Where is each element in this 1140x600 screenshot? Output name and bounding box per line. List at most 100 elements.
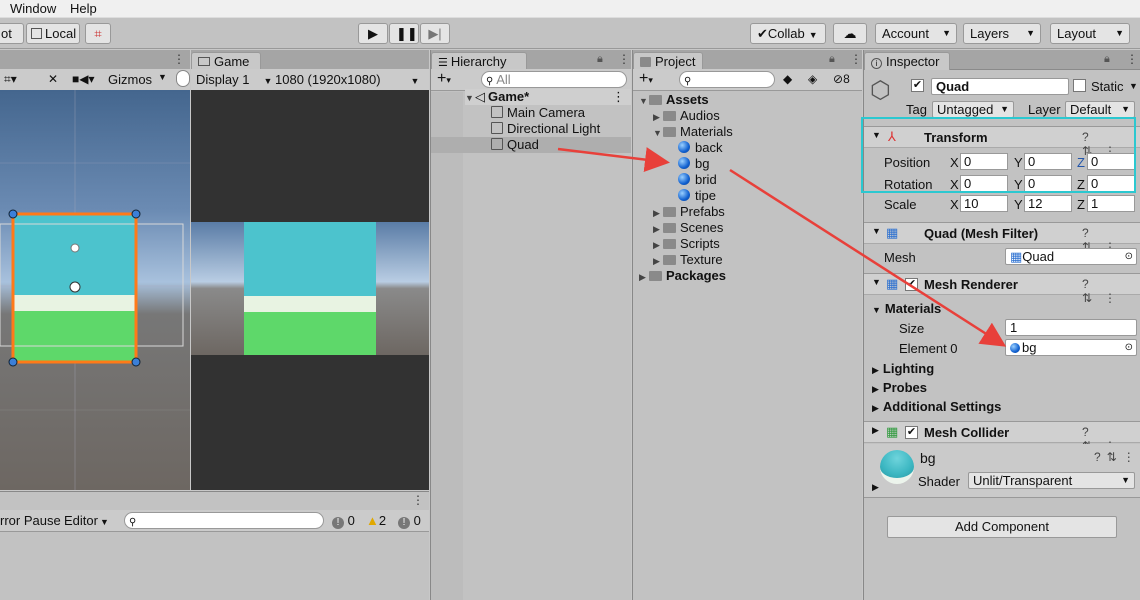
mesh-field[interactable]: ▦Quad ⊙	[1005, 248, 1137, 265]
static-dropdown-icon[interactable]: ▼	[1129, 81, 1138, 91]
error-count-toggle[interactable]: ! 0	[398, 513, 421, 529]
tree-row-brid[interactable]: brid	[678, 172, 717, 188]
tab-game[interactable]: Game	[191, 52, 261, 70]
account-dropdown[interactable]: Account ▼	[875, 23, 957, 44]
collapse-icon[interactable]: ▶	[653, 205, 663, 221]
scene-menu-icon[interactable]: ⋮	[612, 89, 625, 105]
gizmos-dropdown-icon[interactable]: ▼	[158, 72, 167, 82]
layer-dropdown[interactable]: Default ▼	[1065, 101, 1135, 118]
tree-row-main-camera[interactable]: Main Camera	[491, 105, 585, 121]
active-checkbox[interactable]: ✔	[911, 79, 924, 92]
tree-row-quad[interactable]: Quad	[431, 137, 631, 153]
editor-dropdown[interactable]: Editor ▼	[64, 513, 109, 528]
layers-dropdown[interactable]: Layers ▼	[963, 23, 1041, 44]
collapse-icon[interactable]: ▶	[639, 269, 649, 285]
pause-button[interactable]: ❚❚	[389, 23, 419, 44]
tree-row-scene[interactable]: ▼◁ Game* ⋮	[465, 89, 631, 105]
tree-row-scripts[interactable]: ▶ Scripts	[653, 236, 720, 252]
tab-inspector[interactable]: i Inspector	[864, 52, 950, 70]
tree-row-prefabs[interactable]: ▶ Prefabs	[653, 204, 725, 220]
menu-help[interactable]: Help	[70, 1, 97, 16]
scale-x-field[interactable]: 10	[960, 195, 1008, 212]
mesh-collider-header[interactable]: ▶ ▦ ✔ Mesh Collider ?⇅⋮	[864, 421, 1140, 453]
transform-header[interactable]: ▼ ⅄ Transform ?⇅⋮	[864, 126, 1140, 158]
expand-icon[interactable]: ▼	[653, 125, 663, 141]
shader-dropdown[interactable]: Unlit/Transparent ▼	[968, 472, 1135, 489]
snap-icon[interactable]: ⌗	[85, 23, 111, 44]
tree-row-scenes[interactable]: ▶ Scenes	[653, 220, 723, 236]
filter-type-icon[interactable]: ◆	[783, 72, 792, 86]
tree-row-materials[interactable]: ▼ Materials	[653, 124, 733, 140]
step-button[interactable]: ▶|	[420, 23, 450, 44]
camera-icon[interactable]: ■◀▾	[72, 72, 95, 86]
tree-row-packages[interactable]: ▶ Packages	[639, 268, 726, 284]
object-name-field[interactable]: Quad	[931, 78, 1069, 95]
label-icon[interactable]: ◈	[808, 72, 817, 86]
scale-y-field[interactable]: 12	[1024, 195, 1072, 212]
mesh-collider-enabled-checkbox[interactable]: ✔	[905, 426, 918, 439]
tree-row-back[interactable]: back	[678, 140, 722, 156]
tag-dropdown[interactable]: Untagged ▼	[932, 101, 1014, 118]
tree-row-directional-light[interactable]: Directional Light	[491, 121, 600, 137]
resolution-dropdown[interactable]: 1080 (1920x1080) ▼	[275, 72, 419, 87]
collapse-icon[interactable]: ▶	[653, 109, 663, 125]
expand-icon[interactable]: ▼	[465, 90, 475, 106]
console-menu-icon[interactable]: ⋮	[412, 493, 424, 507]
collab-dropdown[interactable]: ✔Collab ▼	[750, 23, 826, 44]
tree-row-audios[interactable]: ▶ Audios	[653, 108, 720, 124]
expand-icon[interactable]: ▼	[872, 226, 881, 236]
layout-dropdown[interactable]: Layout ▼	[1050, 23, 1130, 44]
scale-z-field[interactable]: 1	[1087, 195, 1135, 212]
rotation-y-field[interactable]: 0	[1024, 175, 1072, 192]
local-toggle[interactable]: Local	[26, 23, 80, 44]
tools-icon[interactable]: ✕	[48, 72, 58, 86]
position-x-field[interactable]: 0	[960, 153, 1008, 170]
hierarchy-menu-icon[interactable]: ⋮	[618, 52, 630, 66]
tree-row-assets[interactable]: ▼ Assets	[639, 92, 709, 108]
hierarchy-search-input[interactable]: ⚲ All	[481, 71, 627, 88]
error-pause-toggle[interactable]: rror Pause	[0, 513, 61, 528]
collapse-icon[interactable]: ▶	[872, 425, 879, 436]
add-component-button[interactable]: Add Component	[887, 516, 1117, 538]
info-count-toggle[interactable]: ! 0	[332, 513, 355, 529]
create-button[interactable]: +▾	[639, 70, 653, 88]
collapse-icon[interactable]: ▶	[653, 221, 663, 237]
tree-row-texture[interactable]: ▶ Texture	[653, 252, 723, 268]
rotation-x-field[interactable]: 0	[960, 175, 1008, 192]
tab-hierarchy[interactable]: ☰ Hierarchy	[431, 52, 527, 70]
game-viewport[interactable]	[191, 90, 429, 490]
tab-project[interactable]: Project	[633, 52, 703, 70]
warning-count-toggle[interactable]: ▲2	[366, 513, 386, 528]
lock-icon[interactable]: 🔒︎	[829, 53, 835, 66]
position-z-field[interactable]: 0	[1087, 153, 1135, 170]
collapse-icon[interactable]: ▶	[653, 253, 663, 269]
scene-menu-icon[interactable]: ⋮	[173, 52, 185, 66]
project-search-input[interactable]: ⚲	[679, 71, 775, 88]
pivot-toggle[interactable]: ot	[0, 23, 24, 44]
scene-search-input[interactable]	[176, 70, 190, 87]
menu-window[interactable]: Window	[10, 1, 56, 16]
hidden-packages-toggle[interactable]: ⊘8	[833, 72, 850, 86]
materials-size-field[interactable]: 1	[1005, 319, 1137, 336]
lighting-foldout[interactable]: ▶ Lighting	[872, 361, 934, 376]
additional-settings-foldout[interactable]: ▶ Additional Settings	[872, 399, 1001, 414]
collapse-icon[interactable]: ▶	[872, 482, 879, 493]
create-button[interactable]: +▾	[437, 70, 451, 88]
collapse-icon[interactable]: ▶	[653, 237, 663, 253]
component-menu-icons[interactable]: ?⇅⋮	[1082, 277, 1140, 305]
probes-foldout[interactable]: ▶ Probes	[872, 380, 927, 395]
display-dropdown[interactable]: Display 1 ▼	[196, 72, 272, 87]
project-menu-icon[interactable]: ⋮	[850, 52, 862, 66]
mesh-filter-header[interactable]: ▼ ▦ Quad (Mesh Filter) ?⇅⋮	[864, 222, 1140, 254]
tree-row-tipe[interactable]: tipe	[678, 188, 716, 204]
console-search-input[interactable]: ⚲	[124, 512, 324, 529]
position-y-field[interactable]: 0	[1024, 153, 1072, 170]
material-menu-icons[interactable]: ?⇅⋮	[1094, 450, 1140, 464]
object-picker-icon[interactable]: ⊙	[1125, 249, 1133, 264]
cloud-button[interactable]: ☁	[833, 23, 867, 44]
grid-icon[interactable]: ⌗▾	[4, 72, 17, 87]
object-picker-icon[interactable]: ⊙	[1125, 340, 1133, 355]
expand-icon[interactable]: ▼	[639, 93, 649, 109]
mesh-renderer-header[interactable]: ▼ ▦ ✔ Mesh Renderer ?⇅⋮	[864, 273, 1140, 305]
mesh-renderer-enabled-checkbox[interactable]: ✔	[905, 278, 918, 291]
